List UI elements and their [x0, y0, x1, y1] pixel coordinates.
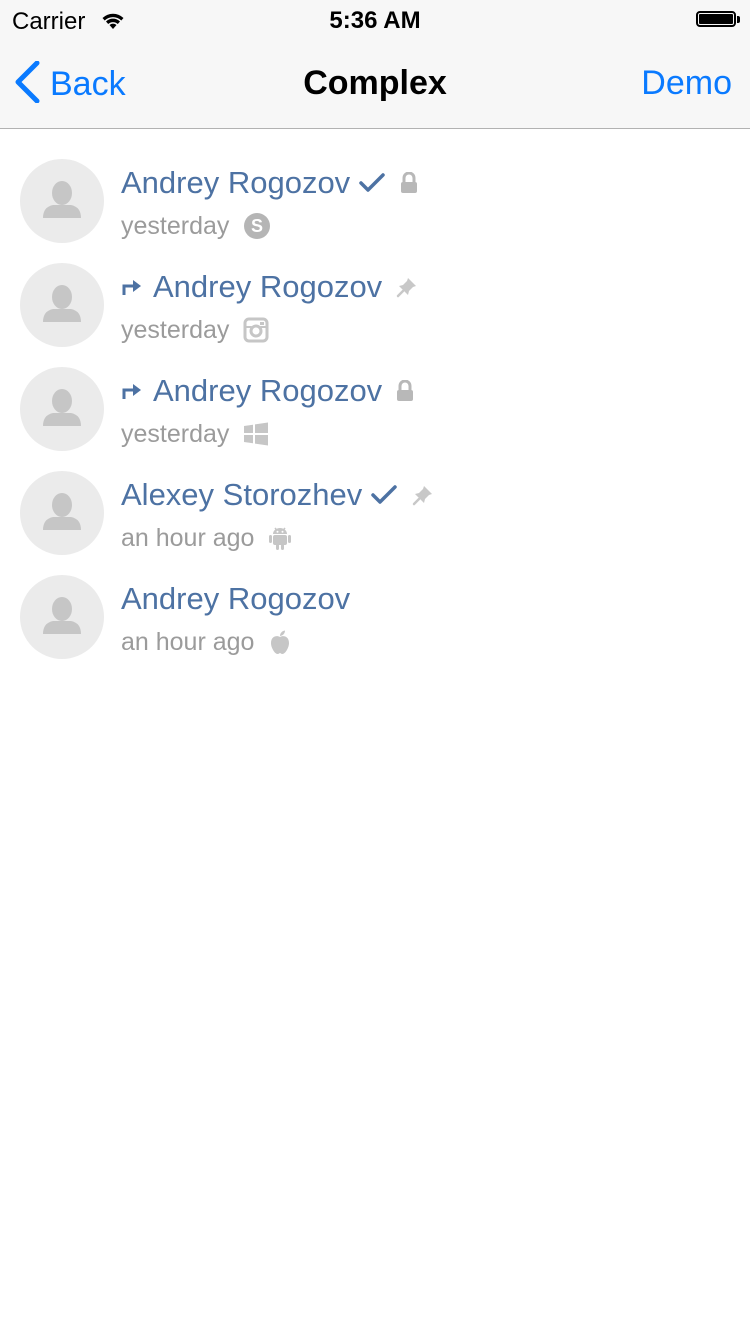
clock: 5:36 AM [329, 7, 421, 34]
avatar-placeholder-icon [20, 159, 104, 243]
battery-icon [696, 11, 740, 29]
contact-name: Andrey Rogozov [153, 373, 383, 408]
avatar-placeholder-icon [20, 471, 104, 555]
list-item[interactable]: Andrey Rogozov an hour ago [0, 545, 750, 659]
list-item[interactable]: Andrey Rogozov yesterday [0, 233, 750, 347]
contact-name: Andrey Rogozov [121, 581, 351, 616]
lock-icon [400, 172, 418, 194]
list-item[interactable]: Alexey Storozhev an hour ago [0, 441, 750, 555]
list-item[interactable]: Andrey Rogozov yesterday S [0, 129, 750, 243]
sub-line: an hour ago [121, 625, 292, 659]
name-line: Alexey Storozhev [121, 475, 434, 515]
name-line: Andrey Rogozov [121, 579, 350, 619]
forward-icon [121, 277, 143, 297]
page-title: Complex [303, 64, 447, 102]
navigation-bar: Back Complex Demo [0, 40, 750, 129]
pin-icon [396, 276, 418, 298]
contact-list: Andrey Rogozov yesterday S Andrey Rogozov ye… [0, 129, 750, 659]
contact-name: Alexey Storozhev [121, 477, 363, 512]
last-seen-label: an hour ago [121, 627, 255, 656]
name-line: Andrey Rogozov [121, 371, 414, 411]
checkmark-icon [370, 484, 398, 506]
avatar-placeholder-icon [20, 263, 104, 347]
contact-name: Andrey Rogozov [153, 269, 383, 304]
avatar-placeholder-icon [20, 367, 104, 451]
name-line: Andrey Rogozov [121, 163, 418, 203]
list-item[interactable]: Andrey Rogozov yesterday [0, 337, 750, 451]
checkmark-icon [358, 172, 386, 194]
status-bar: Carrier 5:36 AM [0, 0, 750, 40]
name-line: Andrey Rogozov [121, 267, 418, 307]
forward-icon [121, 381, 143, 401]
avatar-placeholder-icon [20, 575, 104, 659]
demo-button[interactable]: Demo [641, 64, 732, 103]
apple-icon [268, 629, 292, 655]
lock-icon [396, 380, 414, 402]
contact-name: Andrey Rogozov [121, 165, 351, 200]
pin-icon [412, 484, 434, 506]
